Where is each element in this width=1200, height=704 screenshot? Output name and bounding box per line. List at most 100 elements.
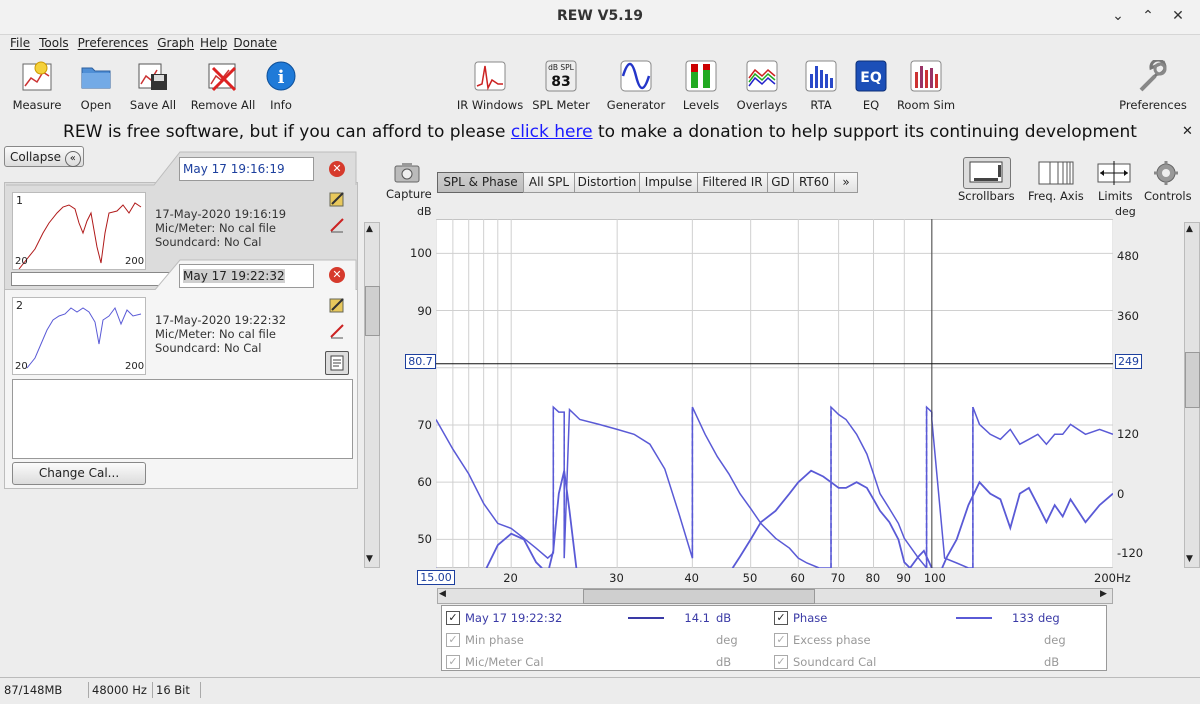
x-axis-tick-label: 70: [830, 571, 846, 585]
camera-icon[interactable]: [391, 160, 423, 184]
graph-scroll-up-icon[interactable]: ▲: [1186, 224, 1193, 234]
svg-text:EQ: EQ: [860, 70, 882, 86]
legend-unit-2: deg: [1038, 611, 1060, 625]
maximize-icon[interactable]: ⌃: [1138, 6, 1158, 26]
spl-meter-button[interactable]: dB SPL 83 SPL Meter: [530, 60, 592, 112]
ir-windows-icon: [474, 60, 506, 92]
x-start-readout: 15.00: [417, 570, 455, 585]
change-cal-button[interactable]: Change Cal...: [12, 462, 146, 485]
spl-phase-plot[interactable]: [436, 219, 1113, 568]
measurements-scrollbar[interactable]: [364, 222, 380, 568]
cal-pen-icon-2[interactable]: [329, 323, 345, 342]
close-window-icon[interactable]: ✕: [1168, 6, 1188, 26]
scroll-up-icon[interactable]: ▲: [366, 224, 373, 234]
graph-horizontal-scrollbar-thumb[interactable]: [583, 589, 815, 604]
legend-checkbox[interactable]: ✓: [446, 655, 460, 669]
tab-distortion[interactable]: Distortion: [574, 172, 640, 193]
legend-unit-2: dB: [1044, 655, 1060, 669]
remove-measurement-icon-1[interactable]: ✕: [329, 161, 345, 177]
info-button[interactable]: i Info: [262, 60, 300, 112]
measurement-info-2: 17-May-2020 19:22:32 Mic/Meter: No cal fi…: [155, 313, 287, 355]
notes-textarea[interactable]: [12, 379, 353, 459]
legend-checkbox-2[interactable]: ✓: [774, 611, 788, 625]
tab-spl-phase[interactable]: SPL & Phase: [437, 172, 524, 193]
thumbnail-2[interactable]: 2 20 200: [12, 297, 146, 375]
wrench-icon: [1137, 58, 1169, 92]
tab-rt60[interactable]: RT60: [793, 172, 835, 193]
scroll-down-icon[interactable]: ▼: [366, 554, 373, 564]
generator-button[interactable]: Generator: [604, 60, 668, 112]
menu-graph[interactable]: Graph: [157, 36, 194, 50]
edit-notes-icon-2[interactable]: [329, 297, 345, 316]
rta-button[interactable]: RTA: [802, 60, 840, 112]
scrollbars-label[interactable]: Scrollbars: [958, 189, 1015, 203]
menu-preferences[interactable]: Preferences: [78, 36, 149, 50]
ir-windows-button[interactable]: IR Windows: [456, 60, 524, 112]
legend-checkbox-2[interactable]: ✓: [774, 633, 788, 647]
menu-tools[interactable]: Tools: [39, 36, 69, 50]
legend-checkbox[interactable]: ✓: [446, 611, 460, 625]
preferences-button[interactable]: Preferences: [1116, 58, 1190, 112]
measurement-name-field-2[interactable]: May 17 19:22:32: [179, 264, 314, 288]
controls-label[interactable]: Controls: [1144, 189, 1192, 203]
tab-more[interactable]: »: [834, 172, 858, 193]
left-axis-tick-label: 90: [417, 303, 432, 318]
menu-file[interactable]: File: [10, 36, 30, 50]
scroll-right-icon[interactable]: ▶: [1100, 589, 1107, 599]
left-axis-tick-label: 60: [417, 475, 432, 490]
left-axis-unit: dB: [417, 205, 432, 218]
legend-label-2: Soundcard Cal: [793, 655, 877, 669]
left-axis-tick-label: 50: [417, 532, 432, 547]
menu-donate[interactable]: Donate: [233, 36, 277, 50]
right-axis-tick-label: -120: [1117, 546, 1144, 561]
rta-icon: [805, 60, 837, 92]
cursor-right-readout: 249: [1115, 354, 1142, 369]
thumbnail-number-2: 2: [16, 299, 23, 312]
eq-button[interactable]: EQ EQ: [852, 60, 890, 112]
legend-checkbox[interactable]: ✓: [446, 633, 460, 647]
gear-icon[interactable]: [1154, 161, 1178, 185]
room-sim-button[interactable]: Room Sim: [894, 60, 958, 112]
levels-button[interactable]: Levels: [678, 60, 724, 112]
limits-icon[interactable]: [1096, 160, 1132, 186]
freq-axis-icon[interactable]: [1038, 161, 1074, 185]
remove-measurement-icon-2[interactable]: ✕: [329, 267, 345, 283]
tab-filtered-ir[interactable]: Filtered IR: [697, 172, 768, 193]
remove-all-button[interactable]: Remove All: [190, 60, 256, 112]
minimize-icon[interactable]: ⌄: [1108, 6, 1128, 26]
tab-impulse[interactable]: Impulse: [639, 172, 698, 193]
x-axis-tick-label: 90: [896, 571, 911, 585]
overlays-button[interactable]: Overlays: [734, 60, 790, 112]
donation-link[interactable]: click here: [511, 122, 593, 142]
edit-notes-icon-1[interactable]: [329, 191, 345, 210]
legend-label: Mic/Meter Cal: [465, 655, 544, 669]
measure-button[interactable]: Measure: [8, 60, 66, 112]
measurements-scrollbar-thumb[interactable]: [365, 286, 380, 336]
open-button[interactable]: Open: [70, 60, 122, 112]
measurement-name-field-1[interactable]: May 17 19:16:19: [179, 157, 314, 181]
notes-icon-2[interactable]: [325, 351, 349, 375]
spl-meter-icon: dB SPL 83: [545, 60, 577, 92]
folder-icon: [80, 60, 112, 92]
save-icon: [137, 60, 169, 92]
legend-unit: deg: [716, 633, 738, 647]
limits-label[interactable]: Limits: [1098, 189, 1133, 203]
info-icon: i: [265, 60, 297, 92]
save-all-button[interactable]: Save All: [126, 60, 180, 112]
scroll-left-icon[interactable]: ◀: [439, 589, 446, 599]
scrollbars-icon[interactable]: [963, 157, 1011, 189]
menu-help[interactable]: Help: [200, 36, 227, 50]
svg-text:i: i: [278, 67, 285, 88]
legend-checkbox-2[interactable]: ✓: [774, 655, 788, 669]
capture-label[interactable]: Capture: [386, 187, 432, 201]
thumbnail-max-2: 200: [125, 361, 145, 372]
menu-bar: File Tools Preferences Graph Help Donate: [0, 36, 1200, 55]
tab-all-spl[interactable]: All SPL: [523, 172, 575, 193]
banner-close-icon[interactable]: ✕: [1182, 124, 1193, 139]
sample-rate-status: 48000 Hz: [88, 682, 153, 698]
graph-vertical-scrollbar-thumb[interactable]: [1185, 352, 1200, 408]
cal-pen-icon-1[interactable]: [329, 217, 345, 236]
tab-gd[interactable]: GD: [767, 172, 794, 193]
graph-scroll-down-icon[interactable]: ▼: [1186, 554, 1193, 564]
freq-axis-label[interactable]: Freq. Axis: [1028, 189, 1084, 203]
